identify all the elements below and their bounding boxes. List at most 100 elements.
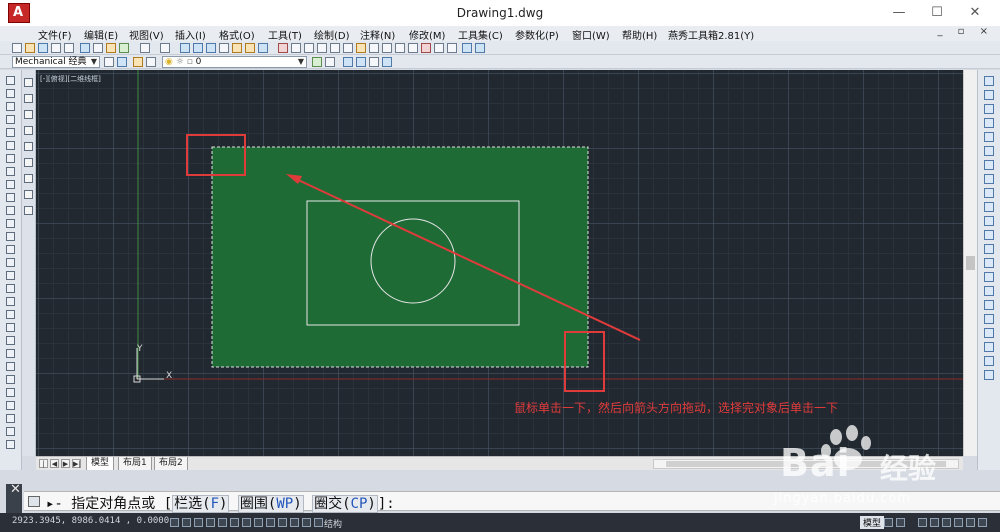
menu-file[interactable]: 文件(F): [38, 27, 72, 42]
clean-screen-icon[interactable]: [978, 518, 987, 527]
join-icon[interactable]: [24, 110, 33, 119]
trim-icon[interactable]: [6, 440, 15, 449]
model-space-toggle[interactable]: 模型: [860, 516, 885, 529]
layer-match-icon[interactable]: [343, 57, 353, 67]
zoom-realtime-icon[interactable]: [193, 43, 203, 53]
workspace-dropdown[interactable]: Mechanical 经典 ▼: [12, 56, 100, 68]
snap-parallel-icon[interactable]: [984, 230, 994, 240]
doc-window-controls[interactable]: _ ▫ ×: [937, 26, 994, 37]
align-icon[interactable]: [24, 190, 33, 199]
horizontal-scroll-thumb[interactable]: [666, 461, 946, 467]
3d-object-snap-icon[interactable]: [242, 518, 251, 527]
grid-display-icon[interactable]: [194, 518, 203, 527]
save-icon[interactable]: [38, 43, 48, 53]
snap-apparent-intersection-icon[interactable]: [984, 146, 994, 156]
snap-nearest-icon[interactable]: [984, 272, 994, 282]
transparency-icon[interactable]: [302, 518, 311, 527]
menu-edit[interactable]: 编辑(E): [84, 27, 118, 42]
dynamic-input-icon[interactable]: [278, 518, 287, 527]
infer-constraints-icon[interactable]: [170, 518, 179, 527]
snap-perpendicular-icon[interactable]: [984, 216, 994, 226]
baseline-dimension-icon[interactable]: [395, 43, 405, 53]
annotation-scale-icon[interactable]: [918, 518, 927, 527]
quick-view-layouts-icon[interactable]: [884, 518, 893, 527]
undo-icon[interactable]: [140, 43, 150, 53]
extend-icon[interactable]: [24, 78, 33, 87]
snap-extension-icon[interactable]: [984, 160, 994, 170]
horizontal-scrollbar[interactable]: [653, 459, 959, 469]
menu-draw[interactable]: 绘制(D): [314, 27, 350, 42]
new-file-icon[interactable]: [12, 43, 22, 53]
dimension-linear-icon[interactable]: [278, 43, 288, 53]
ellipse-arc-icon[interactable]: [6, 206, 15, 215]
divide-icon[interactable]: [24, 206, 33, 215]
command-line[interactable]: ▸- 指定对角点或 [栏选(F) 圈围(WP) 圈交(CP)]:: [24, 491, 1000, 513]
layer-dropdown[interactable]: ◉ ☼ ▫ 0 ▼: [162, 56, 307, 68]
dim-linear-right-icon[interactable]: [984, 314, 994, 324]
ellipse-icon[interactable]: [6, 193, 15, 202]
polar-tracking-icon[interactable]: [218, 518, 227, 527]
workspace-switch-icon[interactable]: [942, 518, 951, 527]
temporary-tracking-icon[interactable]: [984, 76, 994, 86]
layer-lock-icon[interactable]: [382, 57, 392, 67]
dimension-arc-icon[interactable]: [304, 43, 314, 53]
center-mark-icon[interactable]: [434, 43, 444, 53]
cut-icon[interactable]: [80, 43, 90, 53]
close-icon[interactable]: ✕: [10, 482, 21, 497]
table-icon[interactable]: [6, 297, 15, 306]
menu-yanxiu-toolbox[interactable]: 燕秀工具箱2.81(Y): [668, 27, 754, 42]
copy-object-icon[interactable]: [6, 336, 15, 345]
dimension-radius-icon[interactable]: [330, 43, 340, 53]
erase-icon[interactable]: [6, 323, 15, 332]
design-center-icon[interactable]: [245, 43, 255, 53]
option-cpolygon[interactable]: 圈交(CP): [312, 495, 378, 513]
polygon-icon[interactable]: [6, 115, 15, 124]
annotation-visibility-icon[interactable]: [930, 518, 939, 527]
snap-none-icon[interactable]: [984, 286, 994, 296]
fillet-icon[interactable]: [24, 142, 33, 151]
menu-window[interactable]: 窗口(W): [572, 27, 610, 42]
snap-midpoint-icon[interactable]: [984, 118, 994, 128]
isolate-objects-icon[interactable]: [966, 518, 975, 527]
quick-properties-icon[interactable]: [314, 518, 323, 527]
plot-icon[interactable]: [51, 43, 61, 53]
last-tab-button[interactable]: ▶|: [72, 459, 81, 468]
structure-label[interactable]: 结构: [324, 517, 342, 530]
vertical-scroll-thumb[interactable]: [966, 256, 975, 270]
object-snap-icon[interactable]: [230, 518, 239, 527]
dim-diameter-right-icon[interactable]: [984, 356, 994, 366]
maximize-button[interactable]: ☐: [920, 0, 954, 26]
spline-icon[interactable]: [6, 180, 15, 189]
redo-icon[interactable]: [160, 43, 170, 53]
copy-icon[interactable]: [93, 43, 103, 53]
dim-angular-right-icon[interactable]: [984, 370, 994, 380]
match-properties-icon[interactable]: [119, 43, 129, 53]
snap-from-icon[interactable]: [984, 90, 994, 100]
make-current-layer-icon[interactable]: [312, 57, 322, 67]
line-tool-icon[interactable]: [6, 76, 15, 85]
first-tab-button[interactable]: |◀: [39, 459, 48, 477]
rectangle-icon[interactable]: [6, 128, 15, 137]
explode-icon[interactable]: [24, 158, 33, 167]
layer-properties-icon[interactable]: [117, 57, 127, 67]
tab-model[interactable]: 模型: [86, 457, 115, 471]
close-button[interactable]: ✕: [958, 0, 992, 26]
layer-state-icon[interactable]: [133, 57, 143, 67]
prev-tab-button[interactable]: ◀: [50, 459, 59, 468]
stretch-icon[interactable]: [6, 427, 15, 436]
plot-preview-icon[interactable]: [64, 43, 74, 53]
menu-format[interactable]: 格式(O): [219, 27, 255, 42]
tab-layout2[interactable]: 布局2: [154, 457, 188, 471]
multiline-text-icon[interactable]: [6, 310, 15, 319]
make-block-icon[interactable]: [6, 232, 15, 241]
region-icon[interactable]: [6, 284, 15, 293]
vertical-scrollbar[interactable]: [963, 70, 977, 456]
snap-center-icon[interactable]: [984, 174, 994, 184]
pan-icon[interactable]: [180, 43, 190, 53]
chamfer-icon[interactable]: [24, 126, 33, 135]
command-history-icon[interactable]: [28, 496, 40, 507]
snap-mode-icon[interactable]: [182, 518, 191, 527]
insert-block-icon[interactable]: [6, 219, 15, 228]
minimize-button[interactable]: —: [882, 0, 916, 26]
snap-intersection-icon[interactable]: [984, 132, 994, 142]
